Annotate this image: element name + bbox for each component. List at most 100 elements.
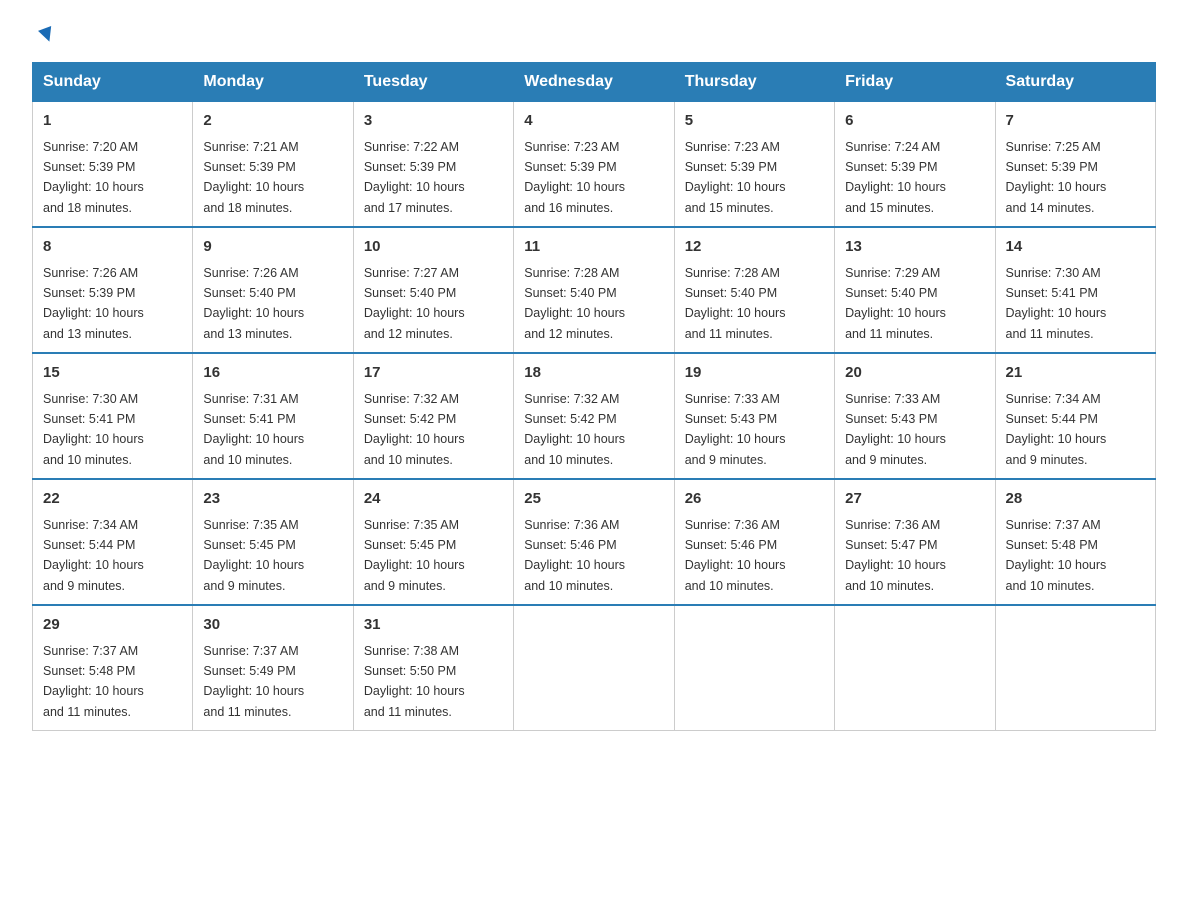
calendar-cell: 15 Sunrise: 7:30 AMSunset: 5:41 PMDaylig…	[33, 353, 193, 479]
calendar-cell: 23 Sunrise: 7:35 AMSunset: 5:45 PMDaylig…	[193, 479, 353, 605]
day-info: Sunrise: 7:38 AMSunset: 5:50 PMDaylight:…	[364, 644, 465, 719]
day-number: 5	[685, 110, 824, 133]
day-info: Sunrise: 7:37 AMSunset: 5:49 PMDaylight:…	[203, 644, 304, 719]
day-info: Sunrise: 7:25 AMSunset: 5:39 PMDaylight:…	[1006, 140, 1107, 215]
calendar-cell: 26 Sunrise: 7:36 AMSunset: 5:46 PMDaylig…	[674, 479, 834, 605]
calendar-week-row: 1 Sunrise: 7:20 AMSunset: 5:39 PMDayligh…	[33, 102, 1156, 228]
day-info: Sunrise: 7:36 AMSunset: 5:46 PMDaylight:…	[685, 518, 786, 593]
day-info: Sunrise: 7:27 AMSunset: 5:40 PMDaylight:…	[364, 266, 465, 341]
day-number: 3	[364, 110, 503, 133]
day-number: 28	[1006, 488, 1145, 511]
day-info: Sunrise: 7:37 AMSunset: 5:48 PMDaylight:…	[43, 644, 144, 719]
day-number: 19	[685, 362, 824, 385]
calendar-week-row: 29 Sunrise: 7:37 AMSunset: 5:48 PMDaylig…	[33, 605, 1156, 731]
calendar-cell: 27 Sunrise: 7:36 AMSunset: 5:47 PMDaylig…	[835, 479, 995, 605]
day-number: 14	[1006, 236, 1145, 259]
day-info: Sunrise: 7:23 AMSunset: 5:39 PMDaylight:…	[524, 140, 625, 215]
calendar-cell: 6 Sunrise: 7:24 AMSunset: 5:39 PMDayligh…	[835, 102, 995, 228]
calendar-cell: 17 Sunrise: 7:32 AMSunset: 5:42 PMDaylig…	[353, 353, 513, 479]
day-info: Sunrise: 7:36 AMSunset: 5:46 PMDaylight:…	[524, 518, 625, 593]
day-info: Sunrise: 7:35 AMSunset: 5:45 PMDaylight:…	[203, 518, 304, 593]
logo-triangle-icon	[36, 24, 58, 46]
logo	[32, 24, 58, 46]
header-monday: Monday	[193, 63, 353, 102]
header-friday: Friday	[835, 63, 995, 102]
day-info: Sunrise: 7:34 AMSunset: 5:44 PMDaylight:…	[1006, 392, 1107, 467]
day-number: 12	[685, 236, 824, 259]
day-number: 27	[845, 488, 984, 511]
logo-blue-row	[32, 24, 58, 46]
day-number: 22	[43, 488, 182, 511]
calendar-cell: 12 Sunrise: 7:28 AMSunset: 5:40 PMDaylig…	[674, 227, 834, 353]
calendar-cell	[835, 605, 995, 731]
calendar-cell: 10 Sunrise: 7:27 AMSunset: 5:40 PMDaylig…	[353, 227, 513, 353]
day-info: Sunrise: 7:30 AMSunset: 5:41 PMDaylight:…	[1006, 266, 1107, 341]
calendar-cell: 31 Sunrise: 7:38 AMSunset: 5:50 PMDaylig…	[353, 605, 513, 731]
calendar-table: SundayMondayTuesdayWednesdayThursdayFrid…	[32, 62, 1156, 731]
day-number: 4	[524, 110, 663, 133]
calendar-cell: 24 Sunrise: 7:35 AMSunset: 5:45 PMDaylig…	[353, 479, 513, 605]
calendar-week-row: 15 Sunrise: 7:30 AMSunset: 5:41 PMDaylig…	[33, 353, 1156, 479]
calendar-cell: 28 Sunrise: 7:37 AMSunset: 5:48 PMDaylig…	[995, 479, 1155, 605]
day-number: 20	[845, 362, 984, 385]
day-info: Sunrise: 7:32 AMSunset: 5:42 PMDaylight:…	[364, 392, 465, 467]
calendar-cell	[995, 605, 1155, 731]
calendar-cell: 14 Sunrise: 7:30 AMSunset: 5:41 PMDaylig…	[995, 227, 1155, 353]
calendar-cell: 16 Sunrise: 7:31 AMSunset: 5:41 PMDaylig…	[193, 353, 353, 479]
calendar-cell: 20 Sunrise: 7:33 AMSunset: 5:43 PMDaylig…	[835, 353, 995, 479]
day-info: Sunrise: 7:37 AMSunset: 5:48 PMDaylight:…	[1006, 518, 1107, 593]
calendar-cell: 8 Sunrise: 7:26 AMSunset: 5:39 PMDayligh…	[33, 227, 193, 353]
day-info: Sunrise: 7:23 AMSunset: 5:39 PMDaylight:…	[685, 140, 786, 215]
header	[32, 24, 1156, 46]
day-number: 7	[1006, 110, 1145, 133]
day-number: 25	[524, 488, 663, 511]
calendar-week-row: 22 Sunrise: 7:34 AMSunset: 5:44 PMDaylig…	[33, 479, 1156, 605]
header-sunday: Sunday	[33, 63, 193, 102]
calendar-cell: 29 Sunrise: 7:37 AMSunset: 5:48 PMDaylig…	[33, 605, 193, 731]
calendar-cell: 11 Sunrise: 7:28 AMSunset: 5:40 PMDaylig…	[514, 227, 674, 353]
day-info: Sunrise: 7:20 AMSunset: 5:39 PMDaylight:…	[43, 140, 144, 215]
day-info: Sunrise: 7:29 AMSunset: 5:40 PMDaylight:…	[845, 266, 946, 341]
calendar-cell: 30 Sunrise: 7:37 AMSunset: 5:49 PMDaylig…	[193, 605, 353, 731]
header-tuesday: Tuesday	[353, 63, 513, 102]
day-number: 29	[43, 614, 182, 637]
calendar-cell: 13 Sunrise: 7:29 AMSunset: 5:40 PMDaylig…	[835, 227, 995, 353]
calendar-cell	[514, 605, 674, 731]
calendar-cell: 18 Sunrise: 7:32 AMSunset: 5:42 PMDaylig…	[514, 353, 674, 479]
day-info: Sunrise: 7:33 AMSunset: 5:43 PMDaylight:…	[685, 392, 786, 467]
day-number: 9	[203, 236, 342, 259]
calendar-cell: 22 Sunrise: 7:34 AMSunset: 5:44 PMDaylig…	[33, 479, 193, 605]
calendar-cell: 1 Sunrise: 7:20 AMSunset: 5:39 PMDayligh…	[33, 102, 193, 228]
day-info: Sunrise: 7:28 AMSunset: 5:40 PMDaylight:…	[685, 266, 786, 341]
header-wednesday: Wednesday	[514, 63, 674, 102]
day-info: Sunrise: 7:36 AMSunset: 5:47 PMDaylight:…	[845, 518, 946, 593]
header-saturday: Saturday	[995, 63, 1155, 102]
calendar-cell: 19 Sunrise: 7:33 AMSunset: 5:43 PMDaylig…	[674, 353, 834, 479]
calendar-header-row: SundayMondayTuesdayWednesdayThursdayFrid…	[33, 63, 1156, 102]
day-info: Sunrise: 7:26 AMSunset: 5:40 PMDaylight:…	[203, 266, 304, 341]
calendar-cell: 3 Sunrise: 7:22 AMSunset: 5:39 PMDayligh…	[353, 102, 513, 228]
day-info: Sunrise: 7:21 AMSunset: 5:39 PMDaylight:…	[203, 140, 304, 215]
day-info: Sunrise: 7:22 AMSunset: 5:39 PMDaylight:…	[364, 140, 465, 215]
day-number: 21	[1006, 362, 1145, 385]
day-number: 26	[685, 488, 824, 511]
header-thursday: Thursday	[674, 63, 834, 102]
day-info: Sunrise: 7:34 AMSunset: 5:44 PMDaylight:…	[43, 518, 144, 593]
day-number: 10	[364, 236, 503, 259]
day-info: Sunrise: 7:32 AMSunset: 5:42 PMDaylight:…	[524, 392, 625, 467]
calendar-cell: 25 Sunrise: 7:36 AMSunset: 5:46 PMDaylig…	[514, 479, 674, 605]
calendar-week-row: 8 Sunrise: 7:26 AMSunset: 5:39 PMDayligh…	[33, 227, 1156, 353]
day-number: 16	[203, 362, 342, 385]
day-number: 17	[364, 362, 503, 385]
calendar-cell: 2 Sunrise: 7:21 AMSunset: 5:39 PMDayligh…	[193, 102, 353, 228]
day-number: 2	[203, 110, 342, 133]
day-info: Sunrise: 7:28 AMSunset: 5:40 PMDaylight:…	[524, 266, 625, 341]
calendar-cell: 4 Sunrise: 7:23 AMSunset: 5:39 PMDayligh…	[514, 102, 674, 228]
day-number: 18	[524, 362, 663, 385]
day-number: 8	[43, 236, 182, 259]
day-info: Sunrise: 7:30 AMSunset: 5:41 PMDaylight:…	[43, 392, 144, 467]
day-info: Sunrise: 7:24 AMSunset: 5:39 PMDaylight:…	[845, 140, 946, 215]
day-number: 15	[43, 362, 182, 385]
calendar-cell	[674, 605, 834, 731]
day-number: 1	[43, 110, 182, 133]
